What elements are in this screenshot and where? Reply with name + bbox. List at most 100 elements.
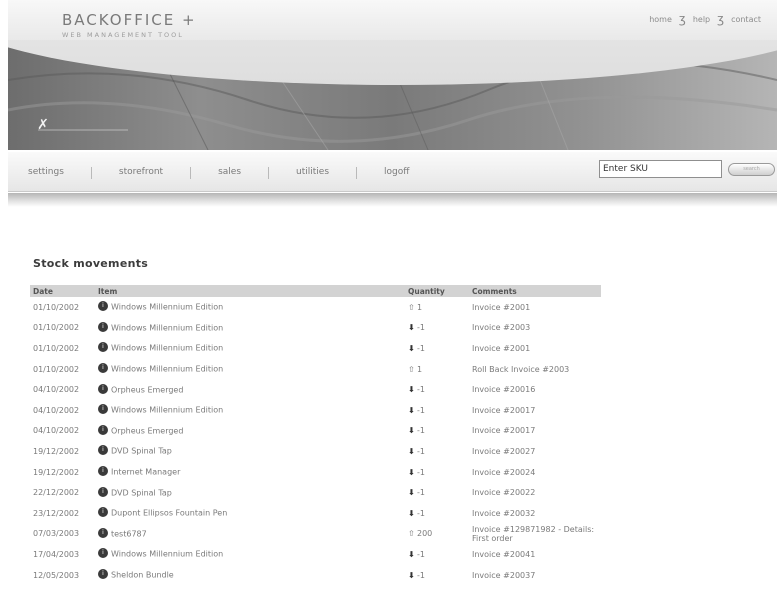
item-link[interactable]: Windows Millennium Edition — [111, 365, 223, 374]
item-link[interactable]: Internet Manager — [111, 468, 180, 477]
row-date: 12/05/2003 — [33, 570, 80, 580]
info-circle-icon[interactable]: i — [98, 486, 108, 497]
arrow-down-icon: ⬇ — [408, 508, 415, 518]
row-date: 07/03/2003 — [33, 529, 80, 539]
info-circle-icon[interactable]: i — [98, 342, 108, 353]
row-item: i DVD Spinal Tap — [95, 482, 405, 503]
item-link[interactable]: Sheldon Bundle — [111, 571, 174, 580]
info-circle-icon[interactable]: i — [98, 424, 108, 435]
info-circle-icon[interactable]: i — [98, 548, 108, 559]
row-comment: Invoice #20037 — [472, 570, 536, 580]
table-row: 01/10/2002 i Windows Millennium Edition ⬇ -1… — [30, 338, 601, 359]
item-link[interactable]: Windows Millennium Edition — [111, 344, 223, 353]
item-link[interactable]: Windows Millennium Edition — [111, 323, 223, 332]
quantity-value: 1 — [417, 364, 423, 374]
quantity-value: 200 — [417, 529, 433, 539]
arrow-down-icon: ⬇ — [408, 426, 415, 436]
arrow-down-icon: ⬇ — [408, 549, 415, 559]
info-circle-icon[interactable]: i — [98, 383, 108, 394]
arrow-down-icon: ⬇ — [408, 467, 415, 477]
info-circle-icon[interactable]: i — [98, 507, 108, 518]
column-header-date: Date — [30, 285, 95, 297]
row-item: i Sheldon Bundle — [95, 565, 405, 586]
help-link[interactable]: help — [689, 15, 714, 24]
row-item: i DVD Spinal Tap — [95, 441, 405, 462]
item-link[interactable]: Orpheus Emerged — [111, 385, 183, 394]
quantity-value: -1 — [417, 323, 425, 333]
table-row: 01/10/2002 i Windows Millennium Edition ⇧ 1 R… — [30, 359, 601, 380]
row-comment: Invoice #2001 — [472, 302, 531, 312]
item-link[interactable]: Windows Millennium Edition — [111, 303, 223, 312]
row-item: i Windows Millennium Edition — [95, 400, 405, 421]
info-circle-icon[interactable]: i — [98, 321, 108, 332]
nav-item-sales[interactable]: sales — [218, 167, 241, 179]
table-row: 04/10/2002 i Windows Millennium Edition ⬇ -1… — [30, 400, 601, 421]
sku-input[interactable] — [599, 160, 722, 178]
table-row: 23/12/2002 i Dupont Ellipsos Fountain Pen ⬇… — [30, 503, 601, 524]
row-date: 19/12/2002 — [33, 467, 80, 477]
arrow-down-icon: ⬇ — [408, 405, 415, 415]
row-quantity: ⇧ 1 — [405, 297, 469, 318]
item-link[interactable]: test6787 — [111, 529, 147, 538]
item-link[interactable]: DVD Spinal Tap — [111, 488, 172, 497]
arrow-down-icon: ⬇ — [408, 488, 415, 498]
table-header-row: Date Item Quantity Comments — [30, 285, 601, 297]
row-date: 04/10/2002 — [33, 385, 80, 395]
row-comment: Invoice #20024 — [472, 467, 536, 477]
nav-divider — [90, 167, 92, 179]
row-quantity: ⬇ -1 — [405, 400, 469, 421]
quantity-value: -1 — [417, 488, 425, 498]
stock-movements-table: Date Item Quantity Comments 01/10/2002 i W… — [30, 285, 601, 585]
row-comment: Invoice #2001 — [472, 343, 531, 353]
arrow-down-icon: ⬇ — [408, 570, 415, 580]
nav-item-utilities[interactable]: utilities — [296, 167, 329, 179]
info-circle-icon[interactable]: i — [98, 466, 108, 477]
nav-divider — [268, 167, 270, 179]
info-circle-icon[interactable]: i — [98, 445, 108, 456]
row-comment: Invoice #129871982 - Details: First orde… — [472, 524, 595, 543]
arrow-down-icon: ⬇ — [408, 446, 415, 456]
row-date: 01/10/2002 — [33, 364, 80, 374]
column-header-item: Item — [95, 285, 405, 297]
page-title: Stock movements — [33, 257, 149, 270]
row-date: 01/10/2002 — [33, 343, 80, 353]
item-link[interactable]: Windows Millennium Edition — [111, 406, 223, 415]
link-separator-icon: ʒ — [717, 12, 725, 26]
item-link[interactable]: Orpheus Emerged — [111, 426, 183, 435]
row-comment: Invoice #20022 — [472, 488, 536, 498]
nav-item-logoff[interactable]: logoff — [384, 167, 409, 179]
row-comment: Invoice #20017 — [472, 405, 536, 415]
row-quantity: ⇧ 200 — [405, 524, 469, 545]
info-circle-icon[interactable]: i — [98, 527, 108, 538]
search-button[interactable]: search — [728, 163, 775, 176]
info-circle-icon[interactable]: i — [98, 363, 108, 374]
item-link[interactable]: Dupont Ellipsos Fountain Pen — [111, 509, 227, 518]
info-circle-icon[interactable]: i — [98, 569, 108, 580]
nav-item-storefront[interactable]: storefront — [119, 167, 163, 179]
main-nav: settings storefront sales utilities logo… — [8, 152, 777, 192]
brand: BACKOFFICE + WEB MANAGEMENT TOOL — [62, 11, 197, 39]
contact-link[interactable]: contact — [727, 15, 765, 24]
row-comment: Invoice #20041 — [472, 549, 536, 559]
banner-image: ✗ — [8, 40, 777, 150]
home-link[interactable]: home — [645, 15, 676, 24]
nav-item-settings[interactable]: settings — [28, 167, 64, 179]
nav-divider — [190, 167, 192, 179]
row-date: 19/12/2002 — [33, 446, 80, 456]
row-quantity: ⬇ -1 — [405, 441, 469, 462]
row-quantity: ⬇ -1 — [405, 462, 469, 483]
row-item: i test6787 — [95, 524, 405, 545]
row-comment: Roll Back Invoice #2003 — [472, 364, 570, 374]
info-circle-icon[interactable]: i — [98, 404, 108, 415]
arrow-up-icon: ⇧ — [408, 364, 415, 374]
row-comment: Invoice #2003 — [472, 323, 531, 333]
nav-shadow — [8, 193, 777, 207]
info-circle-icon[interactable]: i — [98, 301, 108, 312]
nav-items: settings storefront sales utilities logo… — [28, 167, 409, 179]
quantity-value: -1 — [417, 549, 425, 559]
row-item: i Orpheus Emerged — [95, 379, 405, 400]
item-link[interactable]: DVD Spinal Tap — [111, 447, 172, 456]
arrow-up-icon: ⇧ — [408, 302, 415, 312]
item-link[interactable]: Windows Millennium Edition — [111, 550, 223, 559]
row-date: 23/12/2002 — [33, 508, 80, 518]
